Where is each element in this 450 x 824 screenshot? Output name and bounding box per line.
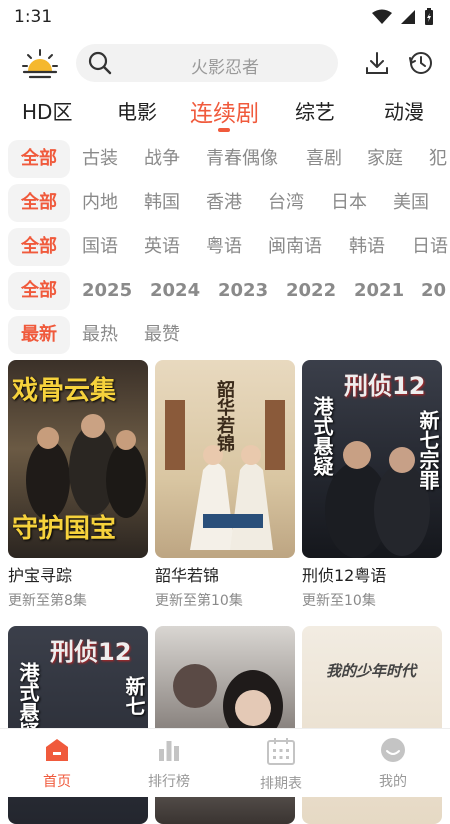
filter-chip[interactable]: 20: [421, 272, 446, 310]
status-icons: [372, 8, 434, 26]
filter-chip[interactable]: 粤语: [206, 228, 242, 266]
wifi-icon: [372, 9, 392, 24]
filter-language-all[interactable]: 全部: [8, 228, 70, 266]
card-title: 韶华若锦: [155, 566, 220, 585]
nav-label: 排行榜: [148, 774, 190, 790]
filter-region-all[interactable]: 全部: [8, 184, 70, 222]
category-tabs: HD区 电影 连续剧 综艺 动漫: [0, 96, 450, 132]
sort-latest[interactable]: 最新: [8, 316, 70, 354]
filter-chip[interactable]: 2021: [354, 272, 404, 310]
filter-chip[interactable]: 英语: [144, 228, 180, 266]
battery-icon: [425, 8, 433, 25]
signal-icon: [401, 10, 415, 24]
nav-label: 我的: [379, 774, 407, 790]
filter-chip[interactable]: 台湾: [268, 184, 304, 222]
poster-caption: 韶华若锦: [214, 380, 235, 452]
poster-caption: 守护国宝: [12, 514, 117, 544]
poster-caption: 新七: [122, 676, 146, 716]
filter-chip[interactable]: 国语: [82, 228, 118, 266]
poster-caption: 刑侦12: [344, 372, 426, 400]
poster-image: 韶华若锦: [155, 360, 295, 558]
filter-row-year: 全部 2025 2024 2023 2022 2021 20: [0, 272, 450, 310]
filter-chip[interactable]: 家庭: [367, 140, 403, 178]
calendar-icon: [267, 738, 295, 765]
filter-chip[interactable]: 2023: [218, 272, 268, 310]
filter-chip[interactable]: 古装: [82, 140, 118, 178]
sunset-logo-icon[interactable]: [20, 46, 60, 82]
download-icon[interactable]: [364, 50, 390, 76]
search-bar[interactable]: 火影忍者: [76, 44, 338, 82]
poster-caption: 刑侦12: [50, 638, 132, 666]
filter-row-region: 全部 内地 韩国 香港 台湾 日本 美国: [0, 184, 450, 222]
filter-genre-all[interactable]: 全部: [8, 140, 70, 178]
bottom-navigation: 首页 排行榜 排期表 我的: [0, 728, 450, 797]
status-bar: 1:31: [0, 0, 450, 34]
tab-hd[interactable]: HD区: [22, 96, 72, 125]
card-title: 护宝寻踪: [8, 566, 73, 585]
filter-year-all[interactable]: 全部: [8, 272, 70, 310]
nav-home[interactable]: 首页: [12, 737, 102, 791]
search-placeholder: 火影忍者: [191, 58, 259, 78]
filter-chip[interactable]: 2024: [150, 272, 200, 310]
bar-chart-icon: [159, 741, 179, 761]
sort-most-liked[interactable]: 最赞: [144, 316, 180, 354]
filter-chip[interactable]: 青春偶像: [206, 140, 278, 178]
filter-chip[interactable]: 战争: [144, 140, 180, 178]
filter-chip[interactable]: 日本: [331, 184, 367, 222]
filter-row-sort: 最新 最热 最赞: [0, 316, 450, 354]
poster-image: 刑侦12 港式悬疑 新七宗罪: [302, 360, 442, 558]
filter-chip[interactable]: 韩语: [349, 228, 385, 266]
filter-chip[interactable]: 日语: [412, 228, 448, 266]
poster-caption: 戏骨云集: [12, 376, 117, 406]
nav-profile[interactable]: 我的: [348, 737, 438, 791]
card-title: 刑侦12粤语: [302, 566, 387, 585]
status-time: 1:31: [14, 7, 53, 27]
nav-label: 首页: [43, 774, 71, 790]
home-icon: [46, 739, 68, 761]
tab-series[interactable]: 连续剧: [190, 94, 259, 128]
filter-chip[interactable]: 闽南语: [268, 228, 322, 266]
tab-movie[interactable]: 电影: [117, 96, 157, 125]
tab-anime[interactable]: 动漫: [384, 96, 424, 125]
card-subtitle: 更新至10集: [302, 593, 376, 609]
poster-caption: 我的少年时代: [326, 662, 417, 680]
nav-label: 排期表: [260, 776, 302, 792]
smile-face-icon: [381, 738, 405, 762]
filter-chip[interactable]: 内地: [82, 184, 118, 222]
filter-chip[interactable]: 2025: [82, 272, 132, 310]
card-subtitle: 更新至第8集: [8, 593, 87, 609]
filter-chip[interactable]: 犯: [429, 140, 447, 178]
filter-chip[interactable]: 2022: [286, 272, 336, 310]
nav-ranking[interactable]: 排行榜: [124, 737, 214, 791]
video-card[interactable]: 刑侦12 港式悬疑 新七宗罪 刑侦12粤语 更新至10集: [302, 360, 442, 610]
filter-chip[interactable]: 美国: [393, 184, 429, 222]
filter-chip[interactable]: 香港: [206, 184, 242, 222]
poster-caption: 新七宗罪: [416, 410, 440, 490]
video-card[interactable]: 戏骨云集 守护国宝 护宝寻踪 更新至第8集: [8, 360, 148, 610]
history-icon[interactable]: [408, 50, 434, 76]
filter-chip[interactable]: 喜剧: [306, 140, 342, 178]
video-card[interactable]: 韶华若锦 韶华若锦 更新至第10集: [155, 360, 295, 610]
nav-schedule[interactable]: 排期表: [236, 737, 326, 793]
poster-image: 戏骨云集 守护国宝: [8, 360, 148, 558]
filter-row-genre: 全部 古装 战争 青春偶像 喜剧 家庭 犯: [0, 140, 450, 178]
active-tab-indicator: [218, 128, 230, 132]
card-subtitle: 更新至第10集: [155, 593, 243, 609]
filter-chip[interactable]: 韩国: [144, 184, 180, 222]
sort-hottest[interactable]: 最热: [82, 316, 118, 354]
poster-caption: 港式悬疑: [310, 396, 334, 476]
tab-variety[interactable]: 综艺: [295, 96, 335, 125]
filter-row-language: 全部 国语 英语 粤语 闽南语 韩语 日语: [0, 228, 450, 266]
top-bar: 火影忍者: [0, 40, 450, 88]
